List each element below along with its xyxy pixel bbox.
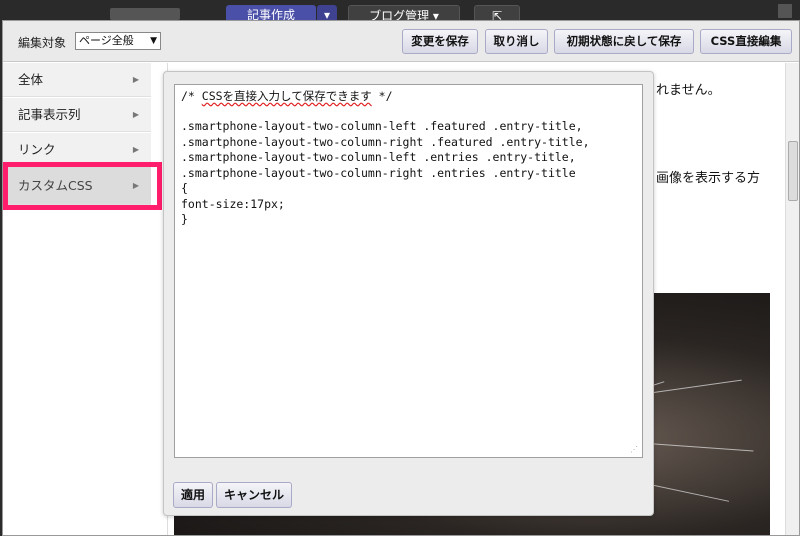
undo-button[interactable]: 取り消し: [485, 29, 548, 54]
edit-target-select[interactable]: ページ全般 ▼: [75, 32, 161, 50]
sidebar-item-all[interactable]: 全体 ▶: [3, 63, 151, 97]
css-direct-edit-button[interactable]: CSS直接編集: [700, 29, 792, 54]
sidebar-item-article-columns[interactable]: 記事表示列 ▶: [3, 98, 151, 132]
logo: [4, 4, 104, 20]
chevron-down-icon: ▼: [150, 36, 157, 46]
reset-and-save-button[interactable]: 初期状態に戻して保存: [554, 29, 694, 54]
code-line: {: [181, 181, 188, 195]
code-line: font-size:17px;: [181, 196, 285, 211]
edit-target-label: 編集対象: [18, 36, 67, 50]
code-line: .smartphone-layout-two-column-left .feat…: [181, 119, 583, 133]
code-line: .smartphone-layout-two-column-right .ent…: [181, 165, 576, 180]
logo-badge: [110, 8, 180, 20]
preview-text: れません。: [656, 83, 721, 98]
css-textarea[interactable]: /* CSSを直接入力して保存できます */ .smartphone-layou…: [174, 84, 643, 458]
sidebar-menu: 全体 ▶ 記事表示列 ▶ リンク ▶ カスタムCSS ▶: [3, 63, 151, 535]
preview-text: 画像を表示する方: [656, 171, 761, 186]
preview-scrollbar[interactable]: [785, 63, 799, 535]
sidebar-item-label: 記事表示列: [18, 107, 81, 122]
code-line: .smartphone-layout-two-column-left .entr…: [181, 150, 576, 164]
sidebar-item-label: 全体: [18, 72, 44, 87]
code-line: .smartphone-layout-two-column-right .fea…: [181, 134, 590, 149]
css-editor-popup: /* CSSを直接入力して保存できます */ .smartphone-layou…: [163, 71, 654, 516]
sidebar-item-label: リンク: [18, 142, 56, 157]
apply-button[interactable]: 適用: [173, 482, 213, 508]
spellcheck-underline: CSSを直接入力して保存できます: [201, 89, 372, 103]
editor-toolbar: 編集対象 ページ全般 ▼ 変更を保存 取り消し 初期状態に戻して保存 CSS直接…: [3, 21, 799, 62]
code-line: }: [181, 212, 188, 226]
scrollbar-thumb[interactable]: [788, 141, 798, 201]
code-line: /* CSSを直接入力して保存できます */: [181, 89, 393, 103]
save-button[interactable]: 変更を保存: [402, 29, 478, 54]
cancel-button[interactable]: キャンセル: [216, 482, 292, 508]
close-icon[interactable]: [778, 4, 792, 18]
chevron-right-icon: ▶: [132, 110, 139, 119]
resize-handle-icon[interactable]: ⋰: [630, 445, 640, 455]
custom-css-highlight-box: [3, 162, 162, 210]
edit-target-value: ページ全般: [79, 34, 134, 47]
chevron-right-icon: ▶: [132, 75, 139, 84]
